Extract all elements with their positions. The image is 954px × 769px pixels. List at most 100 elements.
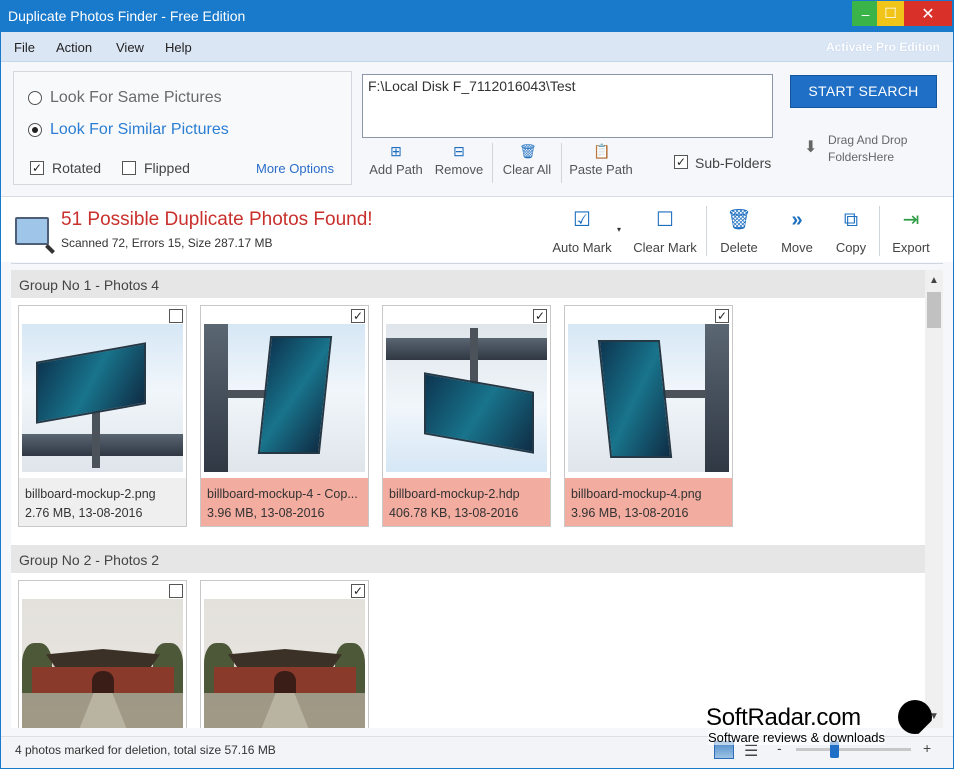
scroll-up-icon[interactable]: ▲	[925, 272, 943, 290]
separator	[561, 143, 562, 183]
photo-thumbnail	[204, 599, 365, 728]
folder-path-input[interactable]: F:\Local Disk F_7112016043\Test	[362, 74, 773, 138]
watermark-brand: SoftRadar.com	[706, 704, 861, 731]
copy-label: Copy	[835, 240, 867, 255]
zoom-slider[interactable]	[796, 748, 911, 751]
photo-thumbnail	[22, 324, 183, 472]
mark-checkbox[interactable]: ✓	[715, 309, 729, 323]
menu-file[interactable]: File	[14, 40, 35, 55]
temple-roof	[228, 649, 342, 667]
close-icon: ✕	[921, 5, 935, 23]
city-skyline	[386, 338, 547, 360]
menu-action[interactable]: Action	[56, 40, 92, 55]
photo-caption: billboard-mockup-4.png 3.96 MB, 13-08-20…	[565, 478, 732, 526]
copy-button[interactable]: ⧉ Copy	[829, 208, 873, 255]
vertical-scrollbar[interactable]: ▲ ▼	[925, 270, 943, 728]
remove-button[interactable]: ⊟ Remove	[433, 143, 485, 177]
drag-drop-hint: Drag And Drop FoldersHere	[828, 132, 928, 166]
city-skyline	[705, 324, 729, 472]
photo-filename: billboard-mockup-4 - Cop...	[207, 487, 358, 501]
clear-all-label: Clear All	[502, 162, 552, 177]
download-icon: ⬇	[804, 139, 818, 156]
auto-mark-button[interactable]: ☑ Auto Mark	[549, 208, 615, 255]
photo-card[interactable]: ✓ billboard-mockup-4 - Cop... 3.96 MB, 1…	[200, 305, 369, 527]
separator	[879, 206, 880, 256]
export-button[interactable]: ⇥ Export	[887, 208, 935, 255]
rotated-checkbox[interactable]: ✓	[30, 161, 44, 175]
mark-checkbox[interactable]: ✓	[533, 309, 547, 323]
maximize-icon: ☐	[884, 5, 897, 21]
menu-view[interactable]: View	[116, 40, 144, 55]
export-label: Export	[892, 240, 930, 255]
minimize-button[interactable]: –	[852, 1, 879, 26]
photo-card[interactable]	[18, 580, 187, 728]
search-options-panel: Look For Same Pictures Look For Similar …	[13, 71, 352, 185]
photo-caption: billboard-mockup-2.hdp 406.78 KB, 13-08-…	[383, 478, 550, 526]
photo-card[interactable]: ✓ billboard-mockup-4.png 3.96 MB, 13-08-…	[564, 305, 733, 527]
close-button[interactable]: ✕	[904, 1, 952, 26]
drag-drop-text: Drag And Drop FoldersHere	[828, 133, 908, 164]
window-title: Duplicate Photos Finder - Free Edition	[8, 8, 246, 24]
results-list: Group No 1 - Photos 4 billboard-mockup-2…	[11, 270, 925, 728]
stone-path	[72, 693, 134, 728]
photo-thumbnail	[22, 599, 183, 728]
delete-button[interactable]: 🗑 Delete	[714, 208, 764, 255]
softradar-watermark: SoftRadar.com Software reviews & downloa…	[706, 700, 936, 748]
similar-pictures-radio[interactable]	[28, 123, 42, 137]
sub-folders-checkbox[interactable]: ✓	[674, 155, 688, 169]
remove-label: Remove	[434, 162, 484, 177]
add-path-button[interactable]: ⊞ Add Path	[367, 143, 425, 177]
photo-meta: 406.78 KB, 13-08-2016	[389, 506, 519, 520]
photo-card[interactable]: ✓ billboard-mockup-2.hdp 406.78 KB, 13-0…	[382, 305, 551, 527]
photo-meta: 3.96 MB, 13-08-2016	[207, 506, 325, 520]
same-pictures-radio[interactable]	[28, 91, 42, 105]
watermark-tagline: Software reviews & downloads	[708, 730, 886, 745]
maximize-button[interactable]: ☐	[877, 1, 904, 26]
export-icon: ⇥	[902, 209, 920, 231]
photo-card[interactable]: ✓	[200, 580, 369, 728]
auto-mark-dropdown-icon[interactable]: ▾	[617, 225, 621, 234]
clear-mark-label: Clear Mark	[633, 240, 697, 255]
clipboard-icon: 📋	[593, 143, 611, 159]
billboard-image	[597, 340, 673, 458]
add-icon: ⊞	[390, 143, 402, 159]
similar-pictures-label[interactable]: Look For Similar Pictures	[50, 121, 229, 139]
clear-mark-button[interactable]: ☐ Clear Mark	[631, 208, 699, 255]
photo-card[interactable]: billboard-mockup-2.png 2.76 MB, 13-08-20…	[18, 305, 187, 527]
flipped-checkbox[interactable]	[122, 161, 136, 175]
move-icon: »	[791, 209, 803, 231]
paste-path-button[interactable]: 📋 Paste Path	[568, 143, 634, 177]
rotated-label[interactable]: Rotated	[52, 160, 101, 176]
auto-mark-label: Auto Mark	[552, 240, 612, 255]
trash-icon: 🗑	[519, 143, 537, 159]
photo-caption: billboard-mockup-4 - Cop... 3.96 MB, 13-…	[201, 478, 368, 526]
start-search-button[interactable]: START SEARCH	[790, 75, 937, 108]
results-title: 51 Possible Duplicate Photos Found!	[61, 209, 373, 230]
activate-pro-link[interactable]: Activate Pro Edition	[826, 40, 940, 54]
scroll-thumb[interactable]	[927, 292, 941, 328]
auto-mark-icon: ☑	[573, 209, 591, 231]
mark-checkbox[interactable]: ✓	[351, 584, 365, 598]
flipped-label[interactable]: Flipped	[144, 160, 190, 176]
sub-folders-label[interactable]: Sub-Folders	[695, 155, 771, 171]
copy-icon: ⧉	[843, 209, 859, 231]
photo-meta: 2.76 MB, 13-08-2016	[25, 506, 143, 520]
scan-stats: Scanned 72, Errors 15, Size 287.17 MB	[61, 236, 273, 250]
billboard-pole	[470, 328, 478, 388]
city-skyline	[22, 434, 183, 456]
more-options-link[interactable]: More Options	[256, 161, 334, 176]
title-bar: Duplicate Photos Finder - Free Edition –…	[1, 1, 953, 32]
menu-help[interactable]: Help	[165, 40, 192, 55]
photo-thumbnail	[568, 324, 729, 472]
move-button[interactable]: » Move	[775, 208, 819, 255]
satellite-dish-icon	[898, 700, 932, 734]
photo-thumbnail	[204, 324, 365, 472]
mark-checkbox[interactable]	[169, 584, 183, 598]
clear-all-button[interactable]: 🗑 Clear All	[499, 143, 555, 177]
billboard-pole	[662, 390, 706, 398]
same-pictures-label[interactable]: Look For Same Pictures	[50, 89, 222, 107]
billboard-image	[257, 336, 333, 454]
mark-checkbox[interactable]: ✓	[351, 309, 365, 323]
mark-checkbox[interactable]	[169, 309, 183, 323]
status-text: 4 photos marked for deletion, total size…	[15, 743, 276, 757]
